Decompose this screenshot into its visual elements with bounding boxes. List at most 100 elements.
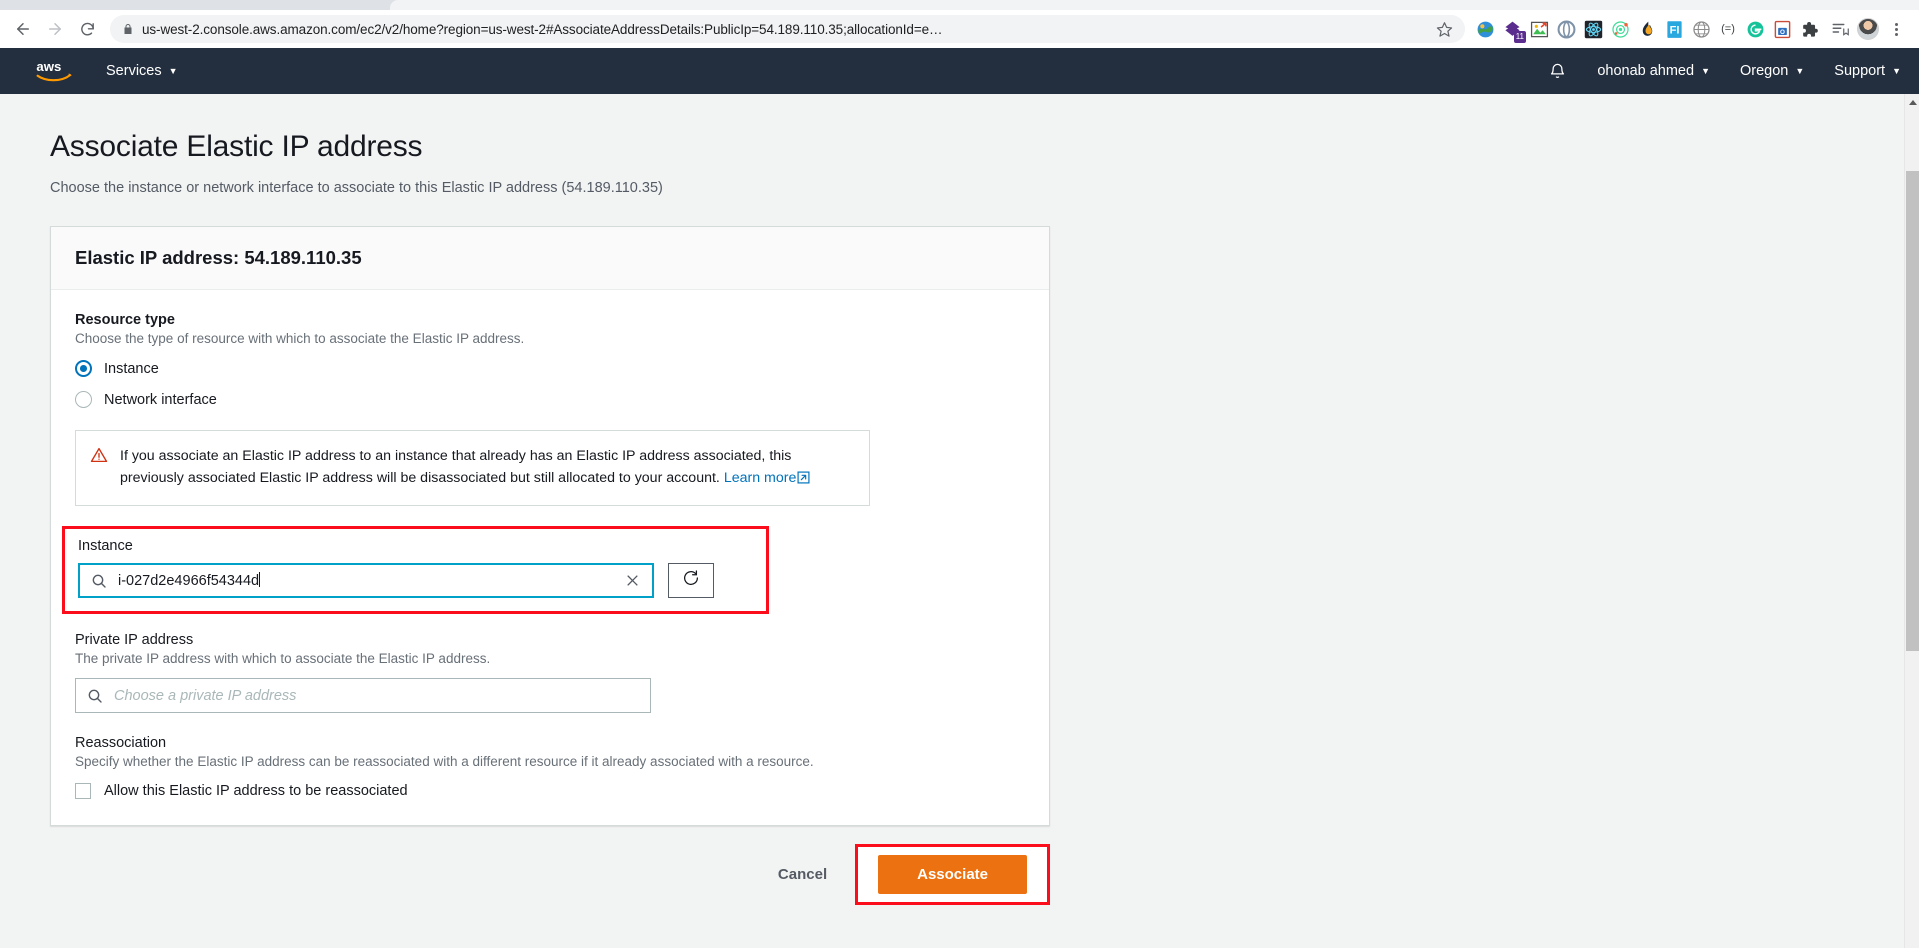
equals-extension-label: (=) bbox=[1721, 23, 1735, 35]
chevron-down-icon: ▼ bbox=[1795, 65, 1805, 76]
radio-option-network-interface[interactable]: Network interface bbox=[75, 391, 1025, 408]
private-ip-search-row: Choose a private IP address bbox=[75, 678, 1025, 713]
support-menu-label: Support bbox=[1834, 63, 1886, 79]
refresh-icon bbox=[682, 569, 700, 592]
instance-label: Instance bbox=[78, 538, 133, 554]
aws-top-navigation: aws Services ▼ ohonab ahmed ▼ Oregon ▼ S… bbox=[0, 48, 1919, 94]
card-body: Resource type Choose the type of resourc… bbox=[51, 290, 1049, 825]
associate-button-highlight: Associate bbox=[855, 844, 1050, 905]
radio-network-interface-icon[interactable] bbox=[75, 391, 92, 408]
private-ip-section: Private IP address The private IP addres… bbox=[75, 632, 1025, 713]
fi-extension-icon[interactable]: FI bbox=[1664, 19, 1684, 39]
aws-logo[interactable]: aws bbox=[34, 57, 76, 85]
back-arrow-icon[interactable] bbox=[8, 14, 38, 44]
page-content: Associate Elastic IP address Choose the … bbox=[0, 94, 1919, 905]
browser-tab[interactable] bbox=[390, 0, 1919, 10]
private-ip-placeholder: Choose a private IP address bbox=[114, 687, 297, 704]
page-scroll-area: Associate Elastic IP address Choose the … bbox=[0, 94, 1919, 948]
scroll-thumb[interactable] bbox=[1906, 171, 1919, 651]
radio-instance-label: Instance bbox=[104, 360, 159, 377]
warning-alert-message: If you associate an Elastic IP address t… bbox=[120, 448, 792, 486]
account-menu-label: ohonab ahmed bbox=[1597, 63, 1695, 79]
search-icon bbox=[87, 688, 103, 704]
svg-text:O: O bbox=[1780, 28, 1785, 35]
page-subtitle: Choose the instance or network interface… bbox=[50, 180, 663, 196]
region-menu-label: Oregon bbox=[1739, 63, 1789, 79]
learn-more-link[interactable]: Learn more bbox=[724, 470, 797, 486]
equals-extension-icon[interactable]: (=) bbox=[1718, 19, 1738, 39]
refresh-instances-button[interactable] bbox=[668, 563, 714, 598]
support-menu[interactable]: Support ▼ bbox=[1834, 63, 1901, 79]
associate-button[interactable]: Associate bbox=[878, 855, 1027, 894]
address-bar[interactable]: us-west-2.console.aws.amazon.com/ec2/v2/… bbox=[110, 15, 1465, 43]
svg-text:FI: FI bbox=[1669, 24, 1679, 36]
vertical-scrollbar[interactable] bbox=[1904, 94, 1919, 948]
radio-option-instance[interactable]: Instance bbox=[75, 360, 1025, 377]
card-header-elastic-ip: Elastic IP address: 54.189.110.35 bbox=[51, 227, 1049, 290]
reassociation-section: Reassociation Specify whether the Elasti… bbox=[75, 735, 1025, 799]
services-menu[interactable]: Services ▼ bbox=[106, 63, 178, 79]
account-menu[interactable]: ohonab ahmed ▼ bbox=[1597, 63, 1710, 79]
services-menu-label: Services bbox=[106, 63, 162, 79]
warning-triangle-icon bbox=[90, 446, 108, 491]
flame-extension-icon[interactable] bbox=[1637, 19, 1657, 39]
chevron-down-icon: ▼ bbox=[1701, 65, 1710, 76]
evernote-extension-icon[interactable]: 11 bbox=[1502, 19, 1526, 43]
colorpick-extension-icon[interactable] bbox=[1475, 19, 1495, 39]
form-actions: Cancel Associate bbox=[50, 844, 1050, 905]
svg-text:aws: aws bbox=[36, 59, 61, 74]
onenote-clipper-extension-icon[interactable]: O bbox=[1772, 19, 1792, 39]
chevron-down-icon: ▼ bbox=[1892, 65, 1901, 76]
instance-search-value-wrap: i-027d2e4966f54344d bbox=[118, 572, 611, 589]
associate-elastic-ip-card: Elastic IP address: 54.189.110.35 Resour… bbox=[50, 226, 1050, 826]
region-menu[interactable]: Oregon ▼ bbox=[1740, 63, 1804, 79]
browser-toolbar: us-west-2.console.aws.amazon.com/ec2/v2/… bbox=[0, 10, 1919, 48]
reassociation-checkbox[interactable] bbox=[75, 783, 91, 799]
profile-avatar[interactable] bbox=[1857, 18, 1879, 40]
globe-extension-icon[interactable] bbox=[1691, 19, 1711, 39]
instance-search-value: i-027d2e4966f54344d bbox=[118, 573, 260, 589]
screenshot-extension-icon[interactable] bbox=[1529, 19, 1549, 39]
extensions-strip: 11 FI (=) O bbox=[1475, 19, 1823, 43]
extensions-puzzle-icon[interactable] bbox=[1799, 19, 1819, 39]
instance-field-highlight: Instance i-027d2e4966f54344d bbox=[62, 526, 769, 614]
cancel-button[interactable]: Cancel bbox=[764, 856, 841, 893]
instance-search-row: i-027d2e4966f54344d bbox=[78, 563, 753, 598]
reassociation-label: Reassociation bbox=[75, 735, 167, 751]
forward-arrow-icon[interactable] bbox=[40, 14, 70, 44]
external-link-icon[interactable] bbox=[797, 469, 810, 491]
reload-icon[interactable] bbox=[72, 14, 102, 44]
lock-icon bbox=[122, 22, 134, 36]
instance-search-input[interactable]: i-027d2e4966f54344d bbox=[78, 563, 654, 598]
browser-tab-strip bbox=[0, 0, 1919, 10]
notifications-bell-icon[interactable] bbox=[1548, 62, 1567, 81]
warning-alert-text: If you associate an Elastic IP address t… bbox=[120, 445, 853, 491]
reading-list-icon[interactable] bbox=[1825, 14, 1855, 44]
extension-badge-count: 11 bbox=[1513, 31, 1526, 43]
text-cursor bbox=[259, 572, 261, 587]
orbit-extension-icon[interactable] bbox=[1610, 19, 1630, 39]
chevron-down-icon: ▼ bbox=[168, 65, 178, 76]
radio-network-interface-label: Network interface bbox=[104, 391, 217, 408]
aws-nav-right-group: ohonab ahmed ▼ Oregon ▼ Support ▼ bbox=[1548, 62, 1901, 81]
chrome-menu-kebab-icon[interactable] bbox=[1881, 14, 1911, 44]
private-ip-label: Private IP address bbox=[75, 632, 194, 648]
reassociation-checkbox-row[interactable]: Allow this Elastic IP address to be reas… bbox=[75, 783, 1025, 799]
grammarly-extension-icon[interactable] bbox=[1745, 19, 1765, 39]
private-ip-search-input[interactable]: Choose a private IP address bbox=[75, 678, 651, 713]
private-ip-description: The private IP address with which to ass… bbox=[75, 651, 491, 666]
bookmark-star-icon[interactable] bbox=[1436, 21, 1453, 38]
resource-type-section: Resource type Choose the type of resourc… bbox=[75, 312, 1025, 408]
radio-instance-icon[interactable] bbox=[75, 360, 92, 377]
clear-x-icon[interactable] bbox=[622, 571, 642, 591]
resource-type-description: Choose the type of resource with which t… bbox=[75, 331, 525, 346]
reassociation-description: Specify whether the Elastic IP address c… bbox=[75, 754, 814, 769]
reassociation-checkbox-label: Allow this Elastic IP address to be reas… bbox=[104, 783, 408, 799]
resource-type-label: Resource type bbox=[75, 312, 175, 328]
scroll-arrow-up-icon[interactable] bbox=[1905, 94, 1919, 110]
address-bar-url: us-west-2.console.aws.amazon.com/ec2/v2/… bbox=[142, 21, 943, 37]
loom-extension-icon[interactable] bbox=[1556, 19, 1576, 39]
search-icon bbox=[91, 573, 107, 589]
warning-alert: If you associate an Elastic IP address t… bbox=[75, 430, 870, 506]
react-devtools-extension-icon[interactable] bbox=[1583, 19, 1603, 39]
